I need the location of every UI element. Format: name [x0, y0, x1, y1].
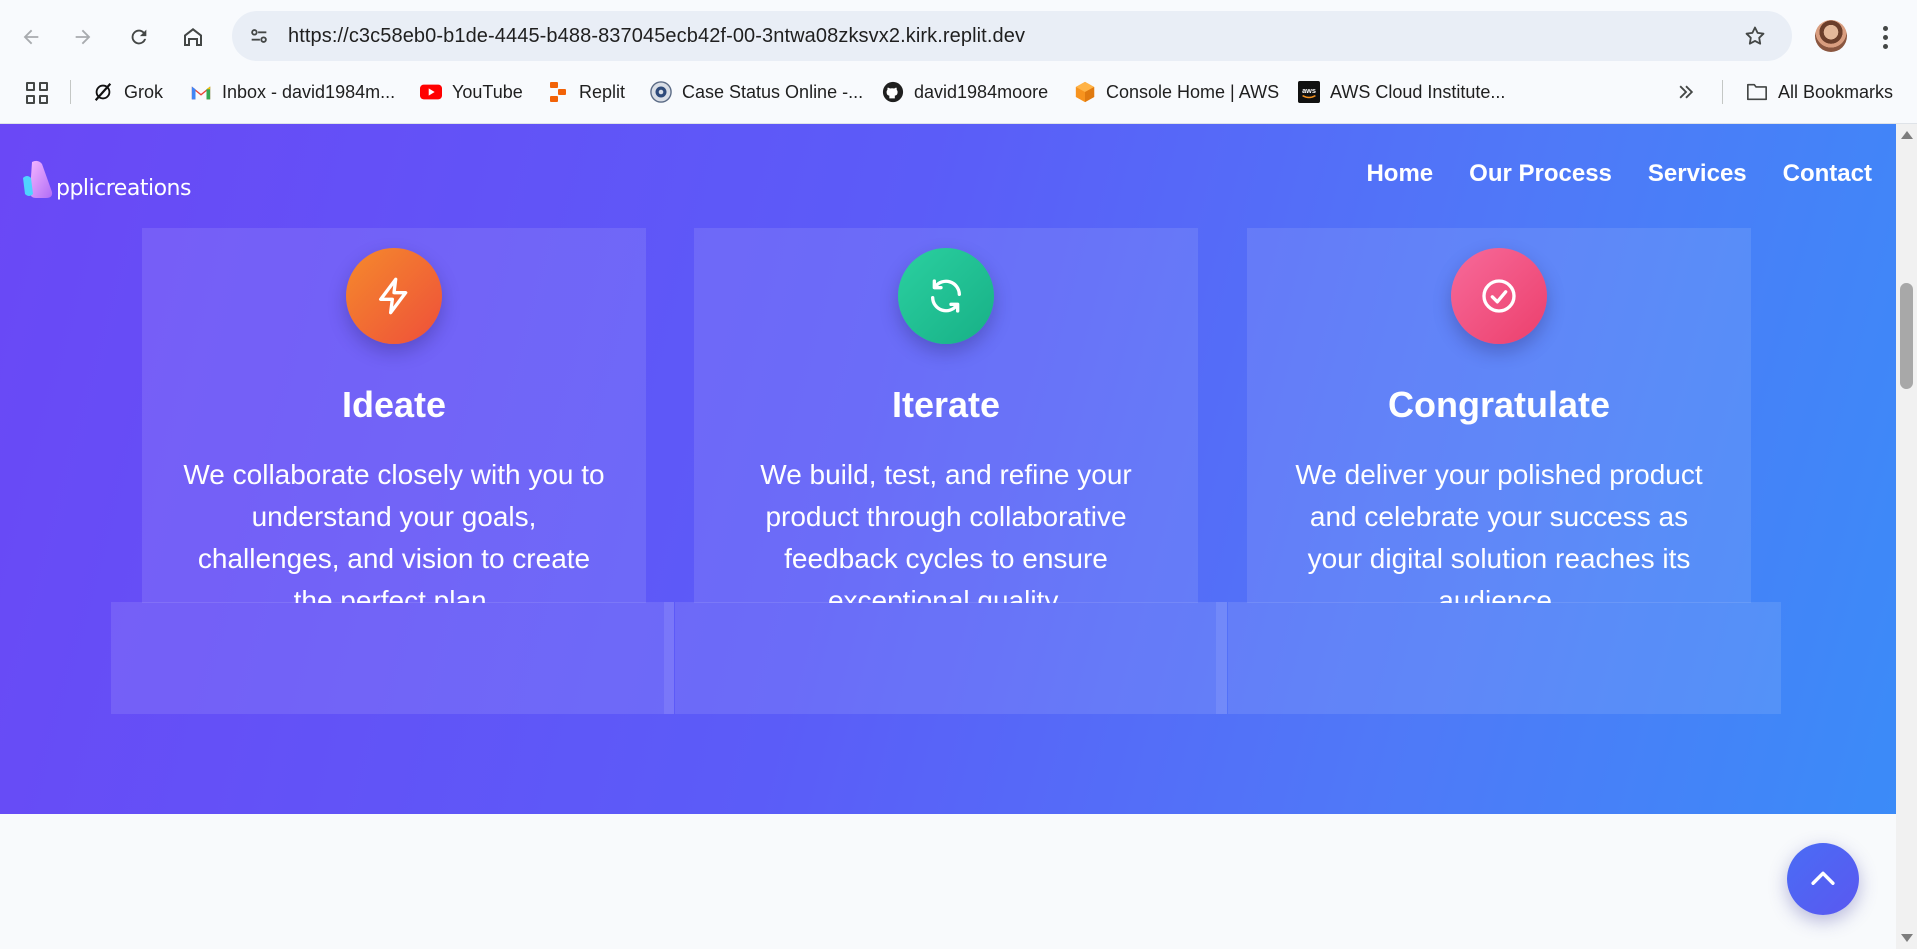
browser-chrome: https://c3c58eb0-b1de-4445-b488-837045ec…: [0, 0, 1917, 124]
svg-text:aws: aws: [1302, 86, 1316, 95]
github-icon: [882, 81, 904, 103]
bookmark-aws-cloud-institute[interactable]: aws AWS Cloud Institute...: [1298, 74, 1505, 110]
bookmark-inbox[interactable]: Inbox - david1984m...: [190, 74, 395, 110]
logo-text: pplicreations: [56, 176, 191, 201]
nav-home[interactable]: Home: [1366, 160, 1433, 188]
card-base-divider: [1216, 602, 1227, 714]
logo-mark-icon: [18, 158, 58, 202]
nav-contact[interactable]: Contact: [1783, 160, 1872, 188]
lightning-icon: [346, 248, 442, 344]
card-title: Congratulate: [1387, 384, 1610, 425]
home-button[interactable]: [176, 20, 210, 54]
refresh-icon: [898, 248, 994, 344]
bookmarks-overflow-button[interactable]: [1676, 74, 1696, 110]
uscis-seal-icon: [650, 81, 672, 103]
reload-icon: [131, 29, 147, 45]
reload-button[interactable]: [122, 20, 156, 54]
bookmark-youtube[interactable]: YouTube: [420, 74, 523, 110]
page-viewport: pplicreations Home Our Process Services …: [0, 124, 1896, 949]
bookmark-github[interactable]: david1984moore: [882, 74, 1048, 110]
url-text[interactable]: https://c3c58eb0-b1de-4445-b488-837045ec…: [288, 25, 1025, 48]
card-description: We collaborate closely with you to under…: [183, 459, 605, 603]
process-card-iterate: Iterate We build, test, and refine your …: [694, 228, 1198, 603]
nav-services[interactable]: Services: [1648, 160, 1747, 188]
home-icon: [184, 28, 202, 46]
card-base-panel: [1228, 602, 1781, 714]
aws-cube-icon: [1074, 81, 1096, 103]
process-card-congratulate: Congratulate We deliver your polished pr…: [1247, 228, 1751, 603]
profile-avatar[interactable]: [1815, 20, 1847, 52]
process-card-ideate: Ideate We collaborate closely with you t…: [142, 228, 646, 603]
chevron-up-icon: [1811, 871, 1835, 885]
card-title: Ideate: [341, 384, 447, 425]
grok-icon: [92, 81, 114, 103]
check-circle-icon: [1451, 248, 1547, 344]
bookmarks-divider: [1722, 80, 1723, 104]
site-info-icon[interactable]: [245, 22, 273, 50]
process-section: pplicreations Home Our Process Services …: [0, 124, 1896, 814]
main-nav: Home Our Process Services Contact: [1366, 160, 1872, 188]
aws-logo-icon: aws: [1298, 81, 1320, 103]
gmail-icon: [190, 81, 212, 103]
page-scrollbar[interactable]: [1896, 124, 1917, 949]
browser-menu-icon[interactable]: [1870, 20, 1900, 54]
site-logo[interactable]: pplicreations: [18, 154, 191, 202]
bookmarks-bar: Grok Inbox - david1984m... YouTube Repli…: [0, 74, 1917, 124]
card-base-divider: [664, 602, 674, 714]
bookmark-grok[interactable]: Grok: [92, 74, 163, 110]
card-title: Iterate: [891, 384, 1001, 425]
arrow-left-icon: [23, 29, 39, 45]
all-bookmarks-button[interactable]: All Bookmarks: [1746, 74, 1893, 110]
card-description: We build, test, and refine your product …: [760, 459, 1132, 603]
scrollbar-thumb[interactable]: [1900, 283, 1913, 389]
bookmark-replit[interactable]: Replit: [547, 74, 625, 110]
bookmark-aws-console[interactable]: Console Home | AWS: [1074, 74, 1279, 110]
card-base-panel: [111, 602, 664, 714]
card-description: We deliver your polished product and cel…: [1295, 459, 1703, 603]
address-bar[interactable]: https://c3c58eb0-b1de-4445-b488-837045ec…: [232, 11, 1792, 61]
scroll-down-arrow-icon[interactable]: [1901, 934, 1913, 942]
bookmark-star-icon[interactable]: [1740, 21, 1770, 51]
card-base-panel: [675, 602, 1216, 714]
youtube-icon: [420, 81, 442, 103]
arrow-right-icon: [75, 29, 91, 45]
replit-icon: [547, 81, 569, 103]
nav-our-process[interactable]: Our Process: [1469, 160, 1612, 188]
double-chevron-right-icon: [1679, 85, 1694, 99]
folder-icon: [1746, 81, 1768, 103]
apps-grid-icon[interactable]: [26, 82, 48, 104]
back-button[interactable]: [14, 20, 48, 54]
scroll-up-arrow-icon[interactable]: [1901, 131, 1913, 139]
forward-button[interactable]: [66, 20, 100, 54]
bookmark-case-status[interactable]: Case Status Online -...: [650, 74, 863, 110]
scroll-to-top-button[interactable]: [1787, 843, 1859, 915]
bookmarks-divider: [70, 80, 71, 104]
browser-toolbar: https://c3c58eb0-b1de-4445-b488-837045ec…: [0, 0, 1917, 74]
